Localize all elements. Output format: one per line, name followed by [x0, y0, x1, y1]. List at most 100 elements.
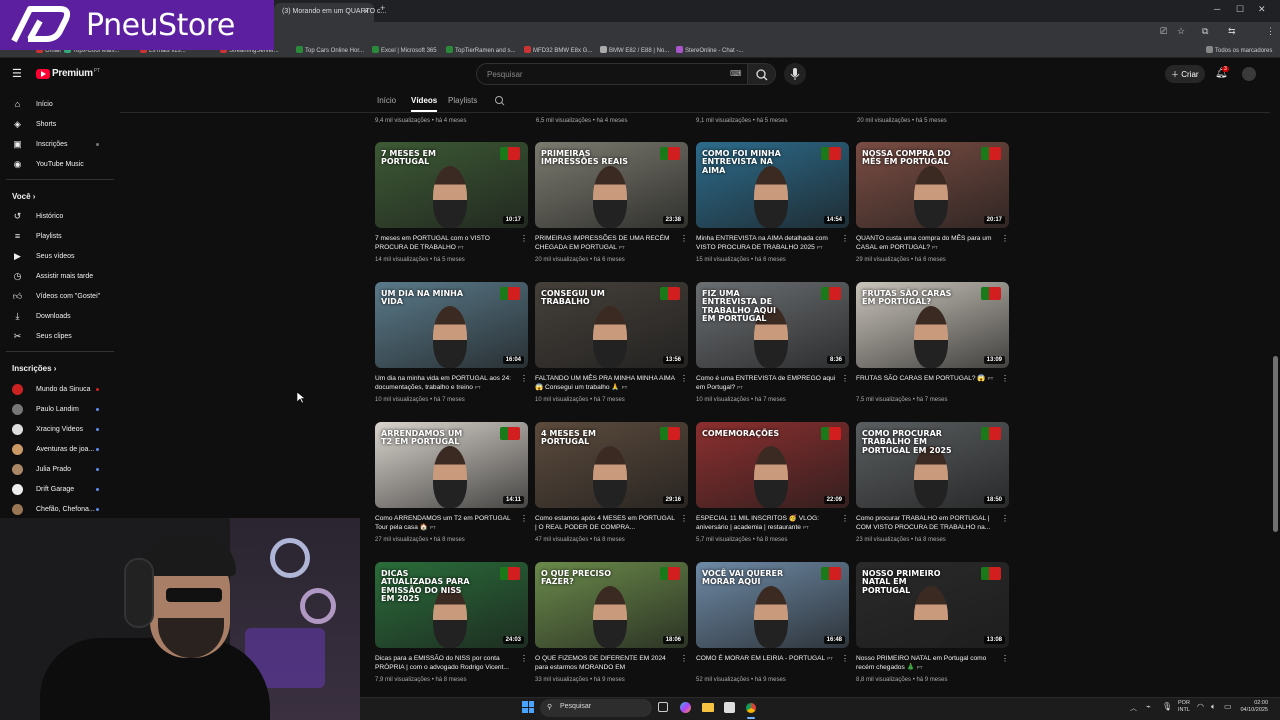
video-thumbnail[interactable]: ARRENDAMOS UM T2 EM PORTUGAL 14:11 [375, 422, 528, 508]
wifi-icon[interactable]: ◠ [1197, 702, 1204, 711]
channel-search-icon[interactable] [494, 95, 506, 107]
video-options-icon[interactable]: ⋮ [680, 235, 688, 243]
sidebar-channel[interactable]: Julia Prado [12, 462, 71, 476]
bookmark-star-icon[interactable]: ☆ [1177, 26, 1185, 37]
video-title[interactable]: Como ARRENDAMOS um T2 em PORTUGAL Tour p… [375, 514, 515, 532]
extensions-icon[interactable]: ⧉ [1202, 26, 1208, 37]
search-button[interactable] [748, 63, 776, 85]
create-button[interactable]: ＋ Criar [1165, 65, 1205, 83]
sidebar-channel[interactable]: Drift Garage [12, 482, 74, 496]
video-options-icon[interactable]: ⋮ [520, 655, 528, 663]
hamburger-menu-icon[interactable]: ☰ [12, 67, 22, 80]
taskbar-search[interactable]: Pesquisar [540, 699, 652, 717]
sidebar-channel[interactable]: Paulo Landim [12, 402, 79, 416]
video-thumbnail[interactable]: O QUE PRECISO FAZER? 18:06 [535, 562, 688, 648]
volume-icon[interactable]: 🔈︎ [1211, 702, 1216, 712]
video-thumbnail[interactable]: COMO PROCURAR TRABALHO EM PORTUGAL EM 20… [856, 422, 1009, 508]
sidebar-channel[interactable]: Mundo da Sinuca [12, 382, 90, 396]
video-thumbnail[interactable]: CONSEGUI UM TRABALHO 13:56 [535, 282, 688, 368]
video-options-icon[interactable]: ⋮ [680, 655, 688, 663]
video-title[interactable]: FRUTAS SÃO CARAS EM PORTUGAL? 😱 PT [856, 374, 996, 383]
sidebar-channel[interactable]: Aventuras de joa... [12, 442, 94, 456]
video-title[interactable]: FALTANDO UM MÊS PRA MINHA MINHA AIMA 😱 C… [535, 374, 675, 392]
video-thumbnail[interactable]: DICAS ATUALIZADAS PARA EMISSÃO DO NISS E… [375, 562, 528, 648]
all-bookmarks-folder[interactable]: Todos os marcadores [1206, 46, 1272, 54]
bookmark-item[interactable]: MFD32 BMW E8x G... [524, 46, 592, 54]
video-title[interactable]: O QUE FIZEMOS DE DIFERENTE EM 2024 para … [535, 654, 675, 673]
sidebar-item-playlists[interactable]: ≡ Playlists [12, 229, 62, 243]
video-options-icon[interactable]: ⋮ [1001, 655, 1009, 663]
sidebar-item-youtube-music[interactable]: ◉ YouTube Music [12, 157, 84, 171]
close-window-icon[interactable]: ✕ [1258, 4, 1266, 15]
bookmark-item[interactable]: StereOnline - Chat -... [676, 46, 743, 54]
scrollbar-thumb[interactable] [1273, 356, 1278, 532]
network-icon[interactable]: ⌁ [1146, 702, 1151, 711]
video-options-icon[interactable]: ⋮ [841, 655, 849, 663]
video-thumbnail[interactable]: NOSSO PRIMEIRO NATAL EM PORTUGAL 13:08 [856, 562, 1009, 648]
language-indicator[interactable]: POR INTL [1178, 700, 1190, 714]
browser-tab-active[interactable]: (3) Morando em um QUARTO c... × [274, 3, 386, 22]
sidebar-item-subscriptions[interactable]: ▣ Inscrições [12, 137, 67, 151]
tab-videos[interactable]: Vídeos [411, 96, 437, 105]
video-thumbnail[interactable]: VOCÊ VAI QUERER MORAR AQUI 16:48 [696, 562, 849, 648]
maximize-icon[interactable]: ☐ [1236, 4, 1244, 15]
voice-search-button[interactable] [784, 63, 806, 85]
video-options-icon[interactable]: ⋮ [1001, 235, 1009, 243]
chrome-icon[interactable] [745, 702, 757, 714]
account-avatar[interactable] [1242, 67, 1256, 81]
sidebar-item-your-videos[interactable]: ▶ Seus vídeos [12, 249, 75, 263]
video-thumbnail[interactable]: NOSSA COMPRA DO MÊS EM PORTUGAL 20:17 [856, 142, 1009, 228]
sidebar-item-shorts[interactable]: ◈ Shorts [12, 117, 56, 131]
sidebar-channel[interactable]: Chefão, Chefona... [12, 502, 95, 516]
video-thumbnail[interactable]: FIZ UMA ENTREVISTA DE TRABALHO AQUI EM P… [696, 282, 849, 368]
sidebar-item-liked-videos[interactable]: 👍︎ Vídeos com "Gostei" [12, 289, 100, 303]
copilot-icon[interactable] [680, 702, 691, 713]
bookmark-item[interactable]: BMW E82 / E88 | No... [600, 46, 669, 54]
video-thumbnail[interactable]: 7 MESES EM PORTUGAL 10:17 [375, 142, 528, 228]
bookmark-item[interactable]: Excel | Microsoft 365 [372, 46, 437, 54]
menu-icon[interactable]: ⋮ [1266, 26, 1275, 37]
profile-icon[interactable]: ⇆ [1228, 26, 1236, 37]
cast-icon[interactable]: ⎚ [1160, 26, 1167, 37]
video-options-icon[interactable]: ⋮ [1001, 515, 1009, 523]
sidebar-channel[interactable]: Xracing Videos [12, 422, 83, 436]
tab-home[interactable]: Início [377, 96, 396, 105]
video-title[interactable]: Como estamos após 4 MESES em PORTUGAL | … [535, 514, 675, 532]
video-title[interactable]: Dicas para a EMISSÃO do NISS por conta P… [375, 654, 515, 672]
video-title[interactable]: Como é uma ENTREVISTA de EMPREGO aqui em… [696, 374, 836, 392]
sidebar-item-watch-later[interactable]: ◷ Assistir mais tarde [12, 269, 94, 283]
sidebar-heading-subscriptions[interactable]: Inscrições › [12, 364, 56, 373]
bookmark-item[interactable]: TopTierRamen and s... [446, 46, 515, 54]
minimize-icon[interactable]: ─ [1214, 4, 1220, 14]
video-options-icon[interactable]: ⋮ [841, 235, 849, 243]
video-title[interactable]: Como procurar TRABALHO em PORTUGAL | COM… [856, 514, 996, 532]
clock[interactable]: 02:00 04/10/2025 [1238, 700, 1268, 714]
tray-chevron-icon[interactable]: ︿ [1130, 703, 1137, 713]
youtube-logo[interactable]: Premium PT [36, 68, 100, 79]
video-thumbnail[interactable]: FRUTAS SÃO CARAS EM PORTUGAL? 13:09 [856, 282, 1009, 368]
video-thumbnail[interactable]: UM DIA NA MINHA VIDA 16:04 [375, 282, 528, 368]
sidebar-item-home[interactable]: ⌂ Início [12, 97, 53, 111]
video-thumbnail[interactable]: COMO FOI MINHA ENTREVISTA NA AIMA 14:54 [696, 142, 849, 228]
video-thumbnail[interactable]: PRIMEIRAS IMPRESSÕES REAIS 23:38 [535, 142, 688, 228]
store-icon[interactable] [724, 702, 735, 713]
video-options-icon[interactable]: ⋮ [520, 375, 528, 383]
video-options-icon[interactable]: ⋮ [841, 375, 849, 383]
task-view-icon[interactable] [658, 702, 668, 712]
new-tab-icon[interactable]: + [380, 3, 385, 13]
video-title[interactable]: ESPECIAL 11 MIL INSCRITOS 🥳 VLOG: aniver… [696, 514, 836, 532]
bookmark-item[interactable]: Top Cars Online Hor... [296, 46, 364, 54]
video-options-icon[interactable]: ⋮ [520, 235, 528, 243]
mic-tray-icon[interactable]: 🎙︎ [1162, 702, 1172, 711]
video-options-icon[interactable]: ⋮ [680, 515, 688, 523]
video-title[interactable]: Nosso PRIMEIRO NATAL em Portugal como re… [856, 654, 996, 672]
sidebar-item-downloads[interactable]: ⤓ Downloads [12, 309, 71, 323]
sidebar-item-clips[interactable]: ✂ Seus clipes [12, 329, 72, 343]
tab-playlists[interactable]: Playlists [448, 96, 477, 105]
video-title[interactable]: COMO É MORAR EM LEIRIA - PORTUGAL PT [696, 654, 836, 663]
windows-start-icon[interactable] [522, 701, 534, 713]
sidebar-item-history[interactable]: ↺ Histórico [12, 209, 64, 223]
video-title[interactable]: PRIMEIRAS IMPRESSÕES DE UMA RECÉM CHEGAD… [535, 234, 675, 252]
video-options-icon[interactable]: ⋮ [841, 515, 849, 523]
video-title[interactable]: QUANTO custa uma compra do MÊS para um C… [856, 234, 996, 252]
